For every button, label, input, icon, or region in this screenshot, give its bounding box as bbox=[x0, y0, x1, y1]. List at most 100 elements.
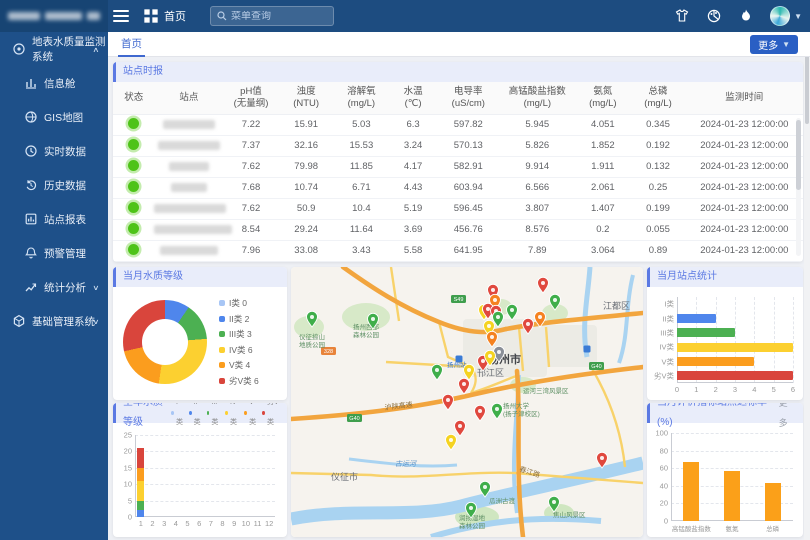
sidebar-item-report[interactable]: 站点报表 bbox=[0, 202, 108, 236]
map-label: 森林公园 bbox=[459, 521, 485, 530]
cell-permanganate: 8.576 bbox=[499, 219, 575, 240]
chevron-up-icon: ∧ bbox=[93, 45, 100, 53]
user-menu[interactable]: ▼ bbox=[770, 6, 802, 26]
sidebar-item-gis[interactable]: GIS地图 bbox=[0, 100, 108, 134]
app-logo bbox=[0, 0, 108, 32]
cell-water_temp: 4.43 bbox=[389, 177, 437, 198]
table-row[interactable]: 7.6810.746.714.43603.946.5662.0610.25202… bbox=[113, 177, 803, 198]
legend-item[interactable]: V类 bbox=[244, 403, 257, 433]
compliance-rate-panel: 当月评价指标站点达标率(%) 更多 020406080100高锰酸盐指数氨氮总磷 bbox=[647, 403, 803, 537]
topbar-home-link[interactable]: 首页 bbox=[143, 8, 186, 24]
legend-item[interactable]: III类 bbox=[207, 403, 221, 433]
sidebar-item-label: 统计分析 bbox=[44, 280, 86, 295]
annual-quality-panel: 全年水质等级 I类II类III类IV类V类劣V类 051015202512345… bbox=[113, 403, 287, 537]
cell-total_p: 0.25 bbox=[630, 177, 685, 198]
sidebar-item-label: 信息舱 bbox=[44, 76, 76, 91]
station-map-panel: G40G40S49328 扬州市邗江区江都区仪征市沪陕高速春江路古运河扬州西部森… bbox=[291, 267, 643, 537]
stats-icon bbox=[24, 280, 38, 294]
donut-legend: I类 0 II类 2 III类 3 IV类 6 V类 4 劣V类 6 bbox=[219, 297, 259, 387]
hbar bbox=[677, 343, 793, 352]
svg-text:S49: S49 bbox=[454, 297, 464, 303]
col-header: pH值(无量纲) bbox=[223, 82, 278, 114]
cell-dissolved_oxygen: 11.85 bbox=[334, 156, 389, 177]
compliance-rate-title: 当月评价指标站点达标率(%) bbox=[657, 403, 779, 433]
cell-time: 2024-01-23 12:00:00 bbox=[686, 240, 803, 261]
flame-icon[interactable] bbox=[738, 8, 754, 24]
shirt-icon[interactable] bbox=[674, 8, 690, 24]
cell-permanganate: 5.826 bbox=[499, 135, 575, 156]
sidebar-item-alert[interactable]: 预警管理 bbox=[0, 236, 108, 270]
cell-ammonia: 0.2 bbox=[575, 219, 630, 240]
sidebar-item-info[interactable]: 信息舱 bbox=[0, 66, 108, 100]
dashboard-circle-icon[interactable] bbox=[706, 8, 722, 24]
menu-search-input[interactable] bbox=[231, 11, 321, 22]
cell-time: 2024-01-23 12:00:00 bbox=[686, 156, 803, 177]
svg-text:G40: G40 bbox=[591, 364, 601, 370]
map-label: 瓜洲古渡 bbox=[489, 496, 516, 505]
grid-icon bbox=[143, 8, 159, 24]
table-row[interactable]: 8.5429.2411.643.69456.768.5760.20.055202… bbox=[113, 219, 803, 240]
legend-item[interactable]: 劣V类 6 bbox=[219, 375, 259, 387]
table-row[interactable]: 7.2215.915.036.3597.825.9454.0510.345202… bbox=[113, 114, 803, 135]
realtime-icon bbox=[24, 144, 38, 158]
compliance-more-link[interactable]: 更多 bbox=[779, 403, 796, 433]
hamburger-icon[interactable] bbox=[113, 10, 129, 22]
legend-item[interactable]: III类 3 bbox=[219, 328, 259, 340]
hbar bbox=[677, 328, 735, 337]
sidebar: 地表水质量监测系统∧信息舱GIS地图实时数据历史数据站点报表预警管理统计分析∨基… bbox=[0, 0, 108, 540]
sidebar-item-stats[interactable]: 统计分析∨ bbox=[0, 270, 108, 304]
menu-search[interactable] bbox=[210, 6, 334, 26]
station-name-redacted bbox=[160, 246, 218, 255]
map-label: 运河三湾风景区 bbox=[523, 386, 569, 395]
sidebar-item-base[interactable]: 基础管理系统∨ bbox=[0, 304, 108, 338]
table-row[interactable]: 7.3732.1615.533.24570.135.8261.8520.1922… bbox=[113, 135, 803, 156]
cell-ph: 7.22 bbox=[223, 114, 278, 135]
cell-conductivity: 582.91 bbox=[437, 156, 499, 177]
legend-item[interactable]: I类 0 bbox=[219, 297, 259, 309]
status-ok-dot bbox=[128, 118, 139, 129]
cell-ph: 7.62 bbox=[223, 156, 278, 177]
legend-item[interactable]: IV类 6 bbox=[219, 344, 259, 356]
cell-conductivity: 641.95 bbox=[437, 240, 499, 261]
sidebar-item-system[interactable]: 地表水质量监测系统∧ bbox=[0, 32, 108, 66]
legend-item[interactable]: I类 bbox=[171, 403, 184, 433]
table-row[interactable]: 7.6250.910.45.19596.453.8071.4070.199202… bbox=[113, 198, 803, 219]
sidebar-item-label: 基础管理系统 bbox=[32, 314, 95, 329]
cell-water_temp: 5.19 bbox=[389, 198, 437, 219]
logo-blur bbox=[8, 12, 40, 20]
legend-item[interactable]: 劣V类 bbox=[262, 403, 280, 433]
cell-time: 2024-01-23 12:00:00 bbox=[686, 135, 803, 156]
map-label: 森林公园 bbox=[353, 330, 379, 339]
history-icon bbox=[24, 178, 38, 192]
cell-permanganate: 6.566 bbox=[499, 177, 575, 198]
legend-item[interactable]: V类 4 bbox=[219, 359, 259, 371]
sidebar-item-label: 站点报表 bbox=[44, 212, 86, 227]
col-header: 氨氮(mg/L) bbox=[575, 82, 630, 114]
tabs-more-button[interactable]: 更多▼ bbox=[750, 35, 798, 54]
station-report-title: 站点时报 bbox=[123, 62, 163, 82]
topbar-home-label: 首页 bbox=[164, 8, 186, 24]
legend-item[interactable]: II类 bbox=[189, 403, 202, 433]
logo-blur bbox=[87, 12, 100, 20]
status-ok-dot bbox=[128, 223, 139, 234]
stacked-bar-segment bbox=[137, 448, 144, 468]
legend-item[interactable]: IV类 bbox=[225, 403, 239, 433]
table-row[interactable]: 7.6279.9811.854.17582.919.9141.9110.1322… bbox=[113, 156, 803, 177]
station-map[interactable]: G40G40S49328 扬州市邗江区江都区仪征市沪陕高速春江路古运河扬州西部森… bbox=[291, 267, 643, 537]
cell-dissolved_oxygen: 15.53 bbox=[334, 135, 389, 156]
cell-dissolved_oxygen: 10.4 bbox=[334, 198, 389, 219]
gis-icon bbox=[24, 110, 38, 124]
cell-water_temp: 4.17 bbox=[389, 156, 437, 177]
month-quality-title: 当月水质等级 bbox=[123, 267, 183, 287]
map-label: 焦山风景区 bbox=[553, 510, 586, 519]
page-scrollbar[interactable] bbox=[804, 32, 810, 540]
table-row[interactable]: 7.9633.083.435.58641.957.893.0640.892024… bbox=[113, 240, 803, 261]
station-name-redacted bbox=[169, 162, 209, 171]
table-scrollbar[interactable] bbox=[796, 118, 801, 256]
legend-item[interactable]: II类 2 bbox=[219, 313, 259, 325]
cell-permanganate: 3.807 bbox=[499, 198, 575, 219]
sidebar-item-history[interactable]: 历史数据 bbox=[0, 168, 108, 202]
tab-home[interactable]: 首页 bbox=[118, 32, 145, 57]
sidebar-item-realtime[interactable]: 实时数据 bbox=[0, 134, 108, 168]
cell-turbidity: 50.9 bbox=[279, 198, 334, 219]
